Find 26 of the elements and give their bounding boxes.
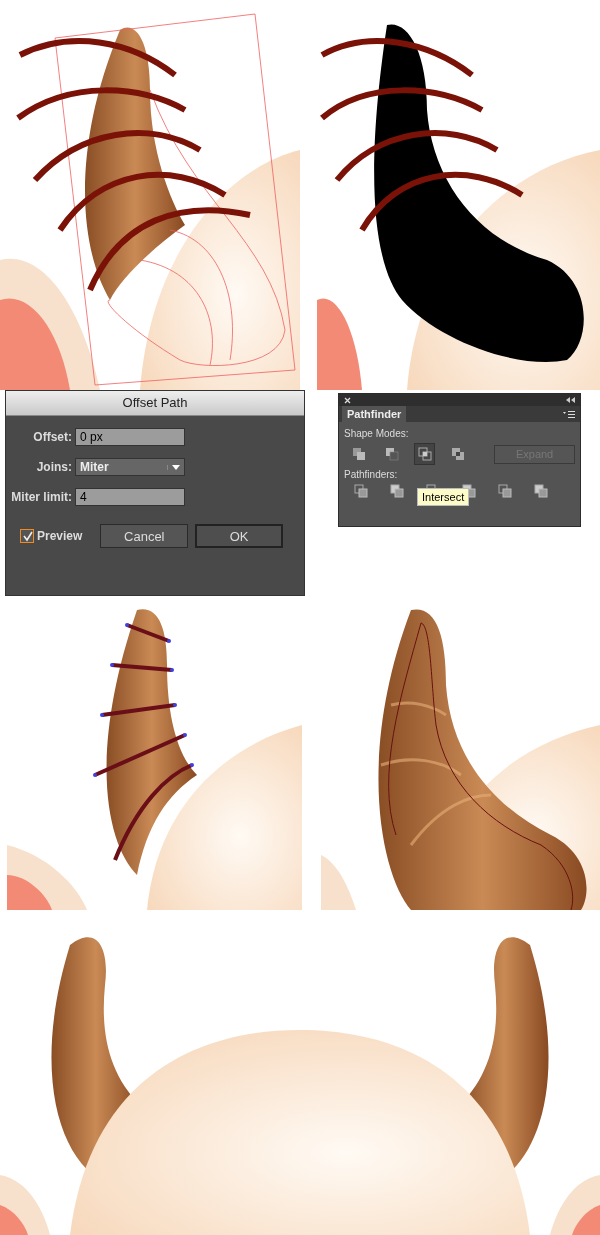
section-label: Pathfinders: xyxy=(344,469,399,480)
panel-tab[interactable]: Pathfinder xyxy=(342,406,407,422)
ok-button[interactable]: OK xyxy=(195,524,283,548)
joins-dropdown[interactable]: Miter xyxy=(75,458,185,476)
close-icon[interactable] xyxy=(344,396,351,404)
cancel-button[interactable]: Cancel xyxy=(100,524,189,548)
panel-menu-icon[interactable] xyxy=(563,411,575,418)
shape-mode-button[interactable] xyxy=(414,443,436,465)
tooltip: Intersect xyxy=(417,488,470,506)
overlapping-squares-icon xyxy=(417,447,432,461)
pathfinder-icon[interactable] xyxy=(390,484,404,498)
pathfinder-icon[interactable] xyxy=(534,484,548,498)
collapse-icon[interactable] xyxy=(566,397,575,403)
overlapping-squares-icon xyxy=(450,447,465,461)
field-label: Joins: xyxy=(36,460,72,474)
overlapping-squares-icon xyxy=(384,447,399,461)
overlapping-squares-icon xyxy=(351,447,366,461)
input-field[interactable]: 0 px xyxy=(75,428,185,446)
caret-icon xyxy=(172,464,180,470)
field-label: Miter limit: xyxy=(11,490,72,504)
checkmark-icon xyxy=(21,530,33,542)
dialog-title: Offset Path xyxy=(6,391,304,416)
preview-checkbox[interactable]: Preview xyxy=(20,529,83,543)
field-label: Offset: xyxy=(33,430,72,444)
input-field[interactable]: 4 xyxy=(75,488,185,506)
section-label: Shape Modes: xyxy=(344,428,410,439)
